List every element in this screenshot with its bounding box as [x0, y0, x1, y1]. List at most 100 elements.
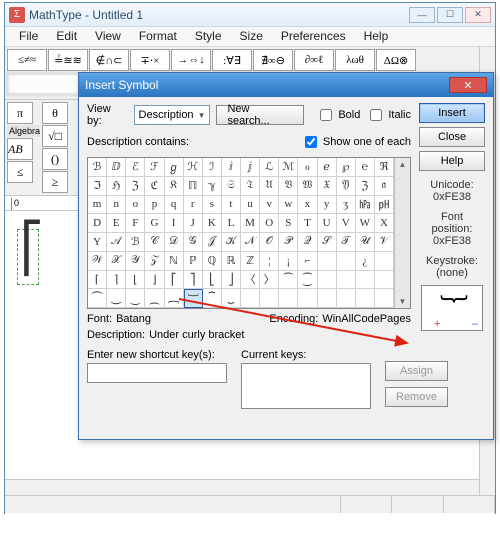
symbol-cell[interactable]: m	[88, 196, 107, 215]
symbol-cell[interactable]	[337, 252, 356, 271]
bold-checkbox[interactable]: Bold	[316, 106, 360, 124]
pal-ab[interactable]: AB⃗	[7, 138, 33, 160]
assign-button[interactable]: Assign	[385, 361, 448, 381]
symbol-cell[interactable]: p	[145, 196, 164, 215]
symbol-cell[interactable]: ℘	[337, 158, 356, 177]
toolbar-cell-5[interactable]: :∀∃	[212, 49, 252, 71]
symbol-cell[interactable]: 𝒬	[298, 233, 317, 252]
symbol-cell[interactable]	[375, 252, 394, 271]
symbol-cell[interactable]	[318, 289, 337, 308]
symbol-cell[interactable]: v	[260, 196, 279, 215]
symbol-cell[interactable]: V	[337, 214, 356, 233]
scroll-down-icon[interactable]: ▼	[399, 297, 407, 306]
symbol-cell[interactable]: T	[298, 214, 317, 233]
symbol-cell[interactable]: ⏝	[107, 289, 126, 308]
scroll-up-icon[interactable]: ▲	[399, 160, 407, 169]
minimize-button[interactable]: —	[409, 7, 435, 23]
symbol-cell[interactable]: ℤ	[241, 252, 260, 271]
toolbar-cell-4[interactable]: →⇔↓	[171, 49, 211, 71]
symbol-cell[interactable]: 𝔎	[165, 177, 184, 196]
symbol-cell[interactable]: ℨ	[356, 177, 375, 196]
symbol-cell[interactable]: ℕ	[165, 252, 184, 271]
symbol-cell[interactable]: ℚ	[203, 252, 222, 271]
symbol-cell[interactable]: ⏞	[203, 289, 222, 308]
symbol-cell[interactable]: G	[145, 214, 164, 233]
symbol-cell[interactable]: 𝔗	[241, 177, 260, 196]
toolbar-cell-8[interactable]: λωθ	[335, 49, 375, 71]
symbol-cell[interactable]: s	[203, 196, 222, 215]
help-button[interactable]: Help	[419, 151, 485, 171]
symbol-cell[interactable]: 𝒮	[318, 233, 337, 252]
menu-edit[interactable]: Edit	[48, 29, 85, 44]
close-button[interactable]: ✕	[465, 7, 491, 23]
symbol-cell[interactable]	[260, 289, 279, 308]
symbol-cell[interactable]: ⌊	[126, 271, 145, 290]
symbol-cell[interactable]: ℿ	[184, 177, 203, 196]
symbol-cell[interactable]: O	[260, 214, 279, 233]
symbol-cell[interactable]	[375, 289, 394, 308]
symbol-cell[interactable]: ʒ	[337, 196, 356, 215]
symbol-cell[interactable]: L	[222, 214, 241, 233]
symbol-cell[interactable]: r	[184, 196, 203, 215]
toolbar-cell-0[interactable]: ≤≠≈	[7, 49, 47, 71]
toolbar-cell-7[interactable]: ∂∞ℓ	[294, 49, 334, 71]
remove-button[interactable]: Remove	[385, 387, 448, 407]
symbol-cell[interactable]: ⁐	[298, 271, 317, 290]
symbol-cell[interactable]: x	[298, 196, 317, 215]
symbol-cell[interactable]: y	[318, 196, 337, 215]
toolbar-cell-6[interactable]: ∄∞⊖	[253, 49, 293, 71]
symbol-cell[interactable]: U	[318, 214, 337, 233]
symbol-cell[interactable]: 𝒩	[241, 233, 260, 252]
symbol-cell[interactable]: W	[356, 214, 375, 233]
pal-le[interactable]: ≤	[7, 161, 33, 183]
symbol-cell[interactable]: 𝔘	[260, 177, 279, 196]
symbol-cell[interactable]: ⌋	[145, 271, 164, 290]
dialog-titlebar[interactable]: Insert Symbol ✕	[79, 73, 493, 97]
symbol-cell[interactable]: Y	[88, 233, 107, 252]
symbol-cell[interactable]: ¡	[279, 252, 298, 271]
symbol-cell[interactable]: ℳ	[279, 158, 298, 177]
show-one-checkbox[interactable]: Show one of each	[301, 133, 411, 151]
bracket-object[interactable]	[17, 229, 39, 285]
symbol-cell[interactable]: ︸	[184, 289, 203, 308]
menu-preferences[interactable]: Preferences	[273, 29, 354, 44]
symbol-cell[interactable]: 𝒱	[375, 233, 394, 252]
menu-help[interactable]: Help	[356, 29, 397, 44]
symbol-cell[interactable]: X	[375, 214, 394, 233]
symbol-cell[interactable]	[298, 289, 317, 308]
symbol-cell[interactable]: 𝒪	[260, 233, 279, 252]
symbol-cell[interactable]: ℬ	[126, 233, 145, 252]
close-button[interactable]: Close	[419, 127, 485, 147]
symbol-cell[interactable]: ⅉ	[241, 158, 260, 177]
symbol-cell[interactable]: ℨ	[126, 177, 145, 196]
toolbar-cell-9[interactable]: ΔΩ⊗	[376, 49, 416, 71]
menu-size[interactable]: Size	[232, 29, 271, 44]
symbol-cell[interactable]: ℮	[356, 158, 375, 177]
menu-style[interactable]: Style	[187, 29, 230, 44]
symbol-cell[interactable]	[318, 271, 337, 290]
symbol-cell[interactable]: t	[222, 196, 241, 215]
toolbar-cell-2[interactable]: ∉∩⊂	[89, 49, 129, 71]
symbol-cell[interactable]: ⏟	[222, 289, 241, 308]
pal-paren[interactable]: ()	[42, 148, 68, 170]
symbol-cell[interactable]: ¿	[356, 252, 375, 271]
symbol-cell[interactable]: ⅅ	[107, 158, 126, 177]
new-search-button[interactable]: New search...	[216, 105, 304, 125]
symbol-cell[interactable]	[318, 252, 337, 271]
symbol-cell[interactable]: F	[126, 214, 145, 233]
symbol-cell[interactable]: ℜ	[375, 158, 394, 177]
symbol-cell[interactable]: ㏗	[375, 196, 394, 215]
symbol-cell[interactable]: 𝒲	[88, 252, 107, 271]
symbol-cell[interactable]: D	[88, 214, 107, 233]
symbol-cell[interactable]: q	[165, 196, 184, 215]
symbol-cell[interactable]	[241, 289, 260, 308]
symbol-cell[interactable]: ⁀	[279, 271, 298, 290]
italic-checkbox[interactable]: Italic	[366, 106, 411, 124]
symbol-cell[interactable]: ⎡	[165, 271, 184, 290]
symbol-cell[interactable]: ℊ	[165, 158, 184, 177]
symbol-cell[interactable]: 〉	[260, 271, 279, 290]
pal-pi[interactable]: π	[7, 102, 33, 124]
symbol-cell[interactable]: ⁔	[145, 289, 164, 308]
symbol-cell[interactable]: ℯ	[318, 158, 337, 177]
symbol-cell[interactable]: n	[107, 196, 126, 215]
